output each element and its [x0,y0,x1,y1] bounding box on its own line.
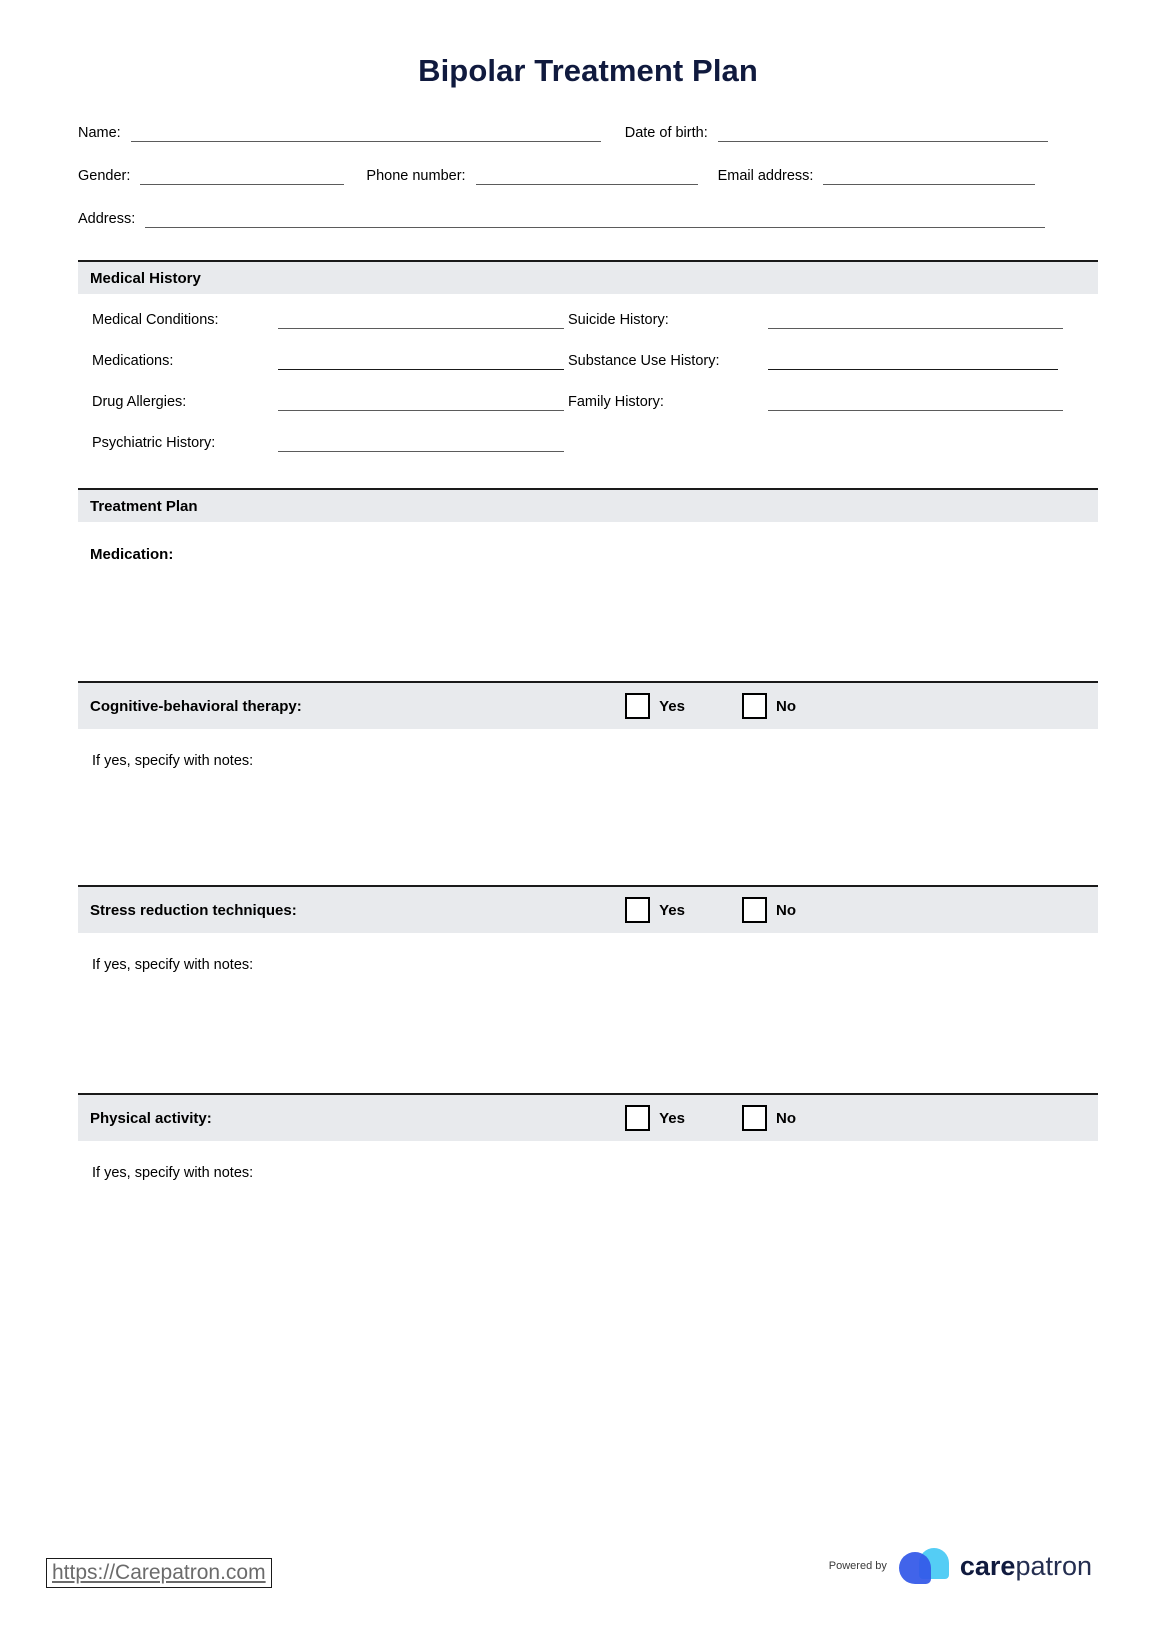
cbt-notes-area[interactable] [78,769,1098,885]
stress-no-label: No [776,901,796,919]
physical-notes-area[interactable] [78,1181,1098,1301]
cognitive-behavioral-therapy-label: Cognitive-behavioral therapy: [90,697,302,715]
physical-no-label: No [776,1109,796,1127]
carepatron-url-box[interactable]: https://Carepatron.com [46,1558,272,1588]
drug-allergies-group: Drug Allergies: [92,394,568,412]
substance-use-history-label: Substance Use History: [568,353,720,370]
cognitive-behavioral-therapy-row: Cognitive-behavioral therapy: Yes No [78,681,1098,730]
date-of-birth-label: Date of birth: [624,125,708,142]
physical-yes-checkbox[interactable] [625,1105,651,1132]
physical-notes-label: If yes, specify with notes: [92,1165,254,1182]
medical-history-title: Medical History [90,269,201,287]
physical-activity-row: Physical activity: Yes No [78,1093,1098,1142]
physical-no-checkbox[interactable] [742,1105,767,1132]
suicide-history-input[interactable] [768,315,1063,330]
medical-conditions-input[interactable] [278,315,564,330]
treatment-plan-title: Treatment Plan [90,497,198,515]
stress-yes-checkbox[interactable] [625,897,651,924]
psychiatric-history-group: Psychiatric History: [92,435,568,453]
substance-use-history-group: Substance Use History: [568,353,1058,371]
gender-label: Gender: [78,168,131,185]
carepatron-logo-icon [898,1548,951,1584]
psychiatric-history-label: Psychiatric History: [92,435,216,452]
patient-info-row-3: Address: [78,211,1098,229]
physical-checkbox-group: Yes No [625,1105,1098,1132]
medication-label: Medication: [90,546,174,564]
stress-checkbox-group: Yes No [625,897,1098,924]
stress-notes-label: If yes, specify with notes: [92,957,254,974]
treatment-plan-section-header: Treatment Plan [78,488,1098,523]
cbt-no-option[interactable]: No [742,693,796,720]
wordmark-patron: patron [1015,1551,1092,1581]
physical-activity-label: Physical activity: [90,1109,212,1127]
cbt-yes-option[interactable]: Yes [625,693,685,720]
medical-conditions-group: Medical Conditions: [92,312,568,330]
physical-yes-option[interactable]: Yes [625,1105,685,1132]
suicide-history-group: Suicide History: [568,312,1063,330]
suicide-history-label: Suicide History: [568,312,669,329]
family-history-group: Family History: [568,394,1063,412]
carepatron-wordmark: carepatron [960,1551,1092,1581]
document-page: Bipolar Treatment Plan Name: Date of bir… [0,0,1176,1630]
name-label: Name: [78,125,121,142]
gender-input[interactable] [140,171,345,186]
medications-group: Medications: [92,353,568,371]
medical-history-row-3: Drug Allergies: Family History: [92,394,1098,412]
medical-history-row-2: Medications: Substance Use History: [92,353,1098,371]
drug-allergies-input[interactable] [278,397,564,412]
stress-no-option[interactable]: No [742,897,796,924]
cbt-notes-label: If yes, specify with notes: [92,753,254,770]
email-address-input[interactable] [823,171,1036,186]
cbt-no-checkbox[interactable] [742,693,767,720]
powered-by-label: Powered by [828,1560,887,1572]
physical-yes-label: Yes [659,1109,685,1127]
medication-notes-area[interactable] [78,563,1098,681]
patient-info-section: Name: Date of birth: Gender: Phone numbe… [78,125,1098,229]
carepatron-url-link[interactable]: https://Carepatron.com [52,1561,266,1584]
stress-reduction-techniques-row: Stress reduction techniques: Yes No [78,885,1098,934]
address-label: Address: [78,211,136,228]
patient-info-row-2: Gender: Phone number: Email address: [78,168,1098,186]
cbt-no-label: No [776,697,796,715]
phone-number-label: Phone number: [366,168,466,185]
footer: https://Carepatron.com Powered by carepa… [0,1510,1176,1630]
patient-info-row-1: Name: Date of birth: [78,125,1098,143]
medications-input[interactable] [278,356,564,371]
email-address-label: Email address: [717,168,814,185]
family-history-input[interactable] [768,397,1063,412]
page-title: Bipolar Treatment Plan [418,53,758,88]
drug-allergies-label: Drug Allergies: [92,394,187,411]
phone-number-input[interactable] [475,171,698,186]
medications-label: Medications: [92,353,174,370]
name-input[interactable] [130,128,601,143]
address-field-group: Address: [78,211,1046,229]
cbt-checkbox-group: Yes No [625,693,1098,720]
family-history-label: Family History: [568,394,664,411]
medical-conditions-label: Medical Conditions: [92,312,219,329]
substance-use-history-input[interactable] [768,356,1058,371]
psychiatric-history-input[interactable] [278,438,564,453]
phone-field-group: Phone number: [366,168,698,186]
medical-history-section-header: Medical History [78,260,1098,295]
stress-yes-option[interactable]: Yes [625,897,685,924]
logo-blob-blue [898,1552,931,1584]
cbt-yes-checkbox[interactable] [625,693,651,720]
cbt-yes-label: Yes [659,697,685,715]
stress-notes-area[interactable] [78,973,1098,1093]
medical-history-row-4: Psychiatric History: [92,435,1098,453]
medical-history-body: Medical Conditions: Suicide History: Med… [78,312,1098,453]
wordmark-care: care [959,1551,1016,1581]
stress-reduction-techniques-label: Stress reduction techniques: [90,901,297,919]
stress-no-checkbox[interactable] [742,897,767,924]
date-of-birth-input[interactable] [717,128,1048,143]
name-field-group: Name: [78,125,601,143]
gender-field-group: Gender: [78,168,345,186]
email-field-group: Email address: [717,168,1036,186]
medical-history-row-1: Medical Conditions: Suicide History: [92,312,1098,330]
physical-no-option[interactable]: No [742,1105,796,1132]
dob-field-group: Date of birth: [624,125,1048,143]
brand-area: Powered by carepatron [829,1548,1092,1584]
address-input[interactable] [145,214,1046,229]
stress-yes-label: Yes [659,901,685,919]
